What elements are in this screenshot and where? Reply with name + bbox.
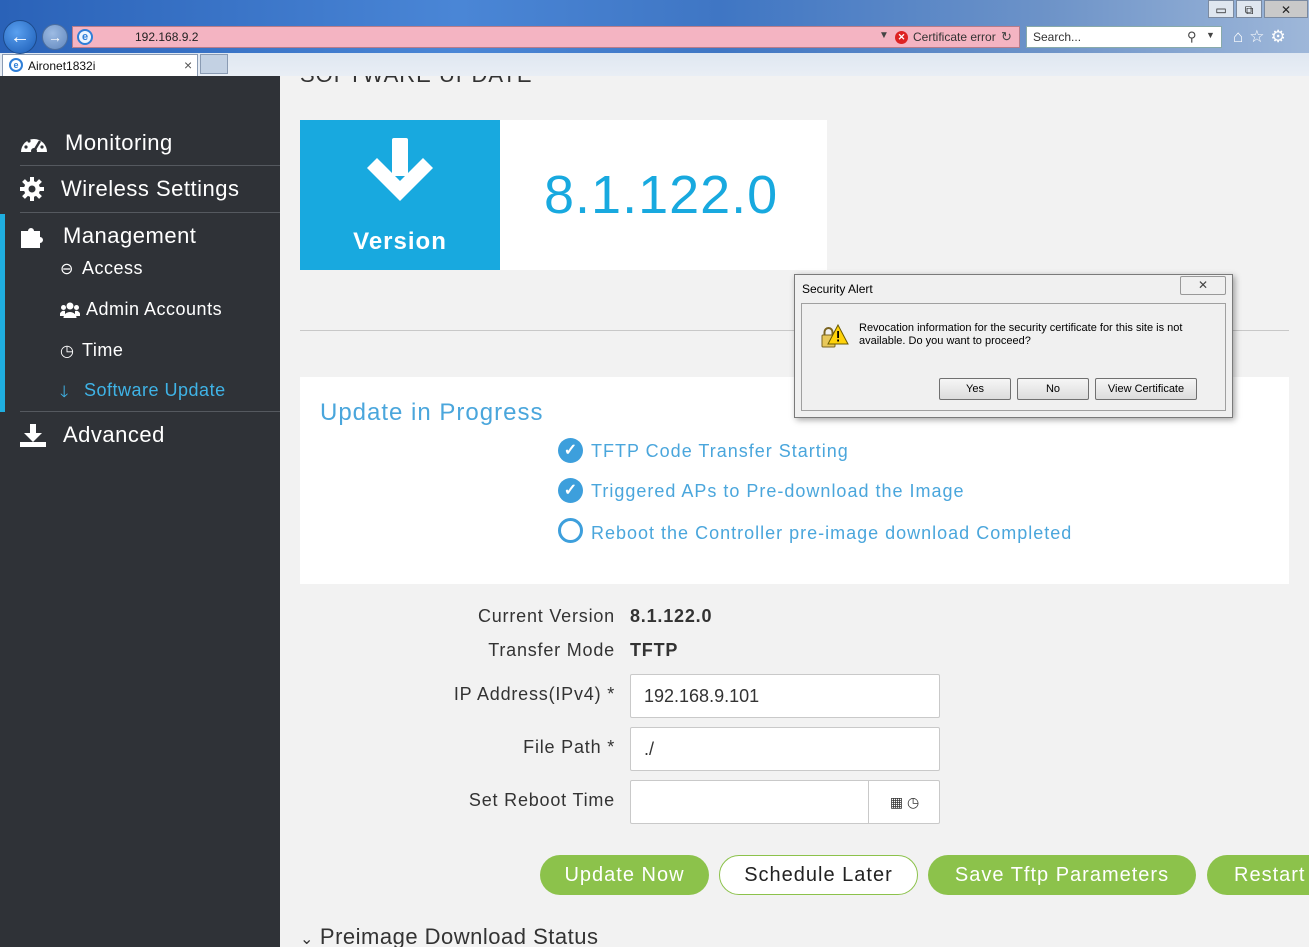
search-icon[interactable]: ⚲ bbox=[1187, 29, 1197, 45]
ie-logo-icon: e bbox=[77, 29, 93, 45]
close-tab-icon[interactable]: × bbox=[184, 57, 192, 73]
sidebar-item-monitoring[interactable]: Monitoring bbox=[0, 120, 280, 166]
sidebar-item-management[interactable]: Management bbox=[0, 213, 280, 259]
dialog-message: Revocation information for the security … bbox=[859, 322, 1183, 347]
sidebar-subitem-label: Access bbox=[82, 258, 144, 278]
current-version-label: Current Version bbox=[477, 606, 615, 626]
address-bar[interactable]: e 192.168.9.2 ▼ ✕ Certificate error ↻ bbox=[72, 26, 1020, 48]
certificate-error-button[interactable]: Certificate error bbox=[913, 30, 996, 44]
gear-icon bbox=[19, 176, 49, 202]
star-icon[interactable]: ☆ bbox=[1249, 27, 1270, 46]
ip-address-label: IP Address(IPv4) * bbox=[453, 684, 615, 704]
view-certificate-button[interactable]: View Certificate bbox=[1095, 378, 1197, 400]
restart-button[interactable]: Restart bbox=[1207, 855, 1309, 895]
progress-title: Update in Progress bbox=[320, 399, 544, 426]
close-window-button[interactable]: ✕ bbox=[1264, 0, 1308, 18]
transfer-mode-value: TFTP bbox=[630, 640, 679, 660]
users-icon bbox=[59, 300, 81, 324]
sidebar-item-label: Wireless Settings bbox=[61, 176, 240, 201]
refresh-icon[interactable]: ↻ bbox=[1001, 29, 1012, 45]
version-label: Version bbox=[353, 228, 447, 255]
download-arrow-icon bbox=[367, 138, 433, 201]
dashboard-icon bbox=[19, 130, 49, 156]
sidebar-subitem-label: Admin Accounts bbox=[86, 299, 223, 319]
forward-button[interactable]: → bbox=[42, 24, 68, 50]
arrow-down-icon: 🡓 bbox=[60, 384, 69, 401]
dialog-close-button[interactable]: ✕ bbox=[1180, 276, 1226, 295]
datetime-picker-button[interactable]: ▦ ◷ bbox=[868, 781, 940, 823]
tab-title: Aironet1832i bbox=[28, 59, 96, 73]
tab-aironet[interactable]: e Aironet1832i × bbox=[2, 54, 198, 76]
file-path-value: ./ bbox=[644, 739, 655, 759]
page-title: SOFTWARE UPDATE bbox=[300, 76, 533, 88]
progress-step-text: Reboot the Controller pre-image download… bbox=[591, 523, 1073, 543]
current-version-value: 8.1.122.0 bbox=[630, 606, 713, 626]
security-alert-dialog: Security Alert ✕ Revocation information … bbox=[794, 274, 1233, 418]
calendar-icon: ▦ bbox=[889, 794, 904, 810]
search-dropdown-icon[interactable]: ▼ bbox=[1206, 30, 1215, 40]
file-path-field[interactable]: ./ bbox=[630, 727, 940, 771]
settings-gear-icon[interactable]: ⚙ bbox=[1271, 27, 1292, 46]
close-icon: ✕ bbox=[1197, 278, 1209, 292]
browser-chrome: ▭ ⧉ ✕ ← → e 192.168.9.2 ▼ ✕ Certificate … bbox=[0, 0, 1309, 76]
no-button[interactable]: No bbox=[1017, 378, 1089, 400]
puzzle-icon bbox=[19, 223, 49, 249]
reboot-time-field[interactable]: ▦ ◷ bbox=[630, 780, 940, 824]
file-path-label: File Path * bbox=[523, 737, 615, 757]
back-button[interactable]: ← bbox=[3, 20, 37, 54]
ie-tab-icon: e bbox=[9, 58, 23, 72]
search-input[interactable]: Search... ⚲ ▼ bbox=[1026, 26, 1222, 48]
restore-button[interactable]: ⧉ bbox=[1236, 0, 1262, 18]
warning-lock-icon bbox=[821, 323, 849, 348]
address-dropdown-icon[interactable]: ▼ bbox=[879, 30, 889, 41]
url-text: 192.168.9.2 bbox=[135, 30, 199, 44]
home-icon[interactable]: ⌂ bbox=[1233, 27, 1249, 46]
reboot-time-label: Set Reboot Time bbox=[468, 790, 615, 810]
clock-icon: ◷ bbox=[906, 794, 920, 810]
check-circle-icon: ✓ bbox=[558, 438, 583, 463]
transfer-mode-label: Transfer Mode bbox=[488, 640, 615, 660]
tab-bar: e Aironet1832i × bbox=[0, 52, 1309, 76]
arrow-left-icon: ← bbox=[10, 25, 30, 48]
sidebar-subitem-label: Software Update bbox=[84, 380, 226, 400]
sidebar-subitem-label: Time bbox=[82, 340, 124, 360]
dialog-body: Revocation information for the security … bbox=[801, 303, 1226, 411]
ip-address-field[interactable]: 192.168.9.101 bbox=[630, 674, 940, 718]
progress-step-text: TFTP Code Transfer Starting bbox=[591, 441, 849, 461]
sidebar: Monitoring Wireless Settings Management … bbox=[0, 76, 280, 947]
update-now-button[interactable]: Update Now bbox=[540, 855, 709, 895]
version-card: Version 8.1.122.0 bbox=[300, 120, 827, 270]
new-tab-button[interactable] bbox=[200, 54, 228, 74]
minus-circle-icon: ⊖ bbox=[60, 261, 74, 278]
version-number: 8.1.122.0 bbox=[544, 165, 779, 225]
sidebar-item-wireless-settings[interactable]: Wireless Settings bbox=[0, 166, 280, 212]
version-badge: Version bbox=[300, 120, 500, 270]
error-icon: ✕ bbox=[895, 31, 908, 44]
search-placeholder: Search... bbox=[1033, 30, 1082, 44]
empty-circle-icon bbox=[558, 518, 583, 543]
sidebar-item-label: Advanced bbox=[63, 422, 165, 447]
download-tray-icon bbox=[19, 422, 49, 448]
minimize-button[interactable]: ▭ bbox=[1208, 0, 1234, 18]
ip-address-value: 192.168.9.101 bbox=[644, 686, 760, 706]
preimage-download-section[interactable]: ⌄ Preimage Download Status bbox=[300, 924, 599, 947]
chevron-down-icon: ⌄ bbox=[300, 931, 314, 947]
clock-icon: ◷ bbox=[60, 343, 74, 360]
main-content: SOFTWARE UPDATE Version 8.1.122.0 Update… bbox=[280, 76, 1309, 947]
yes-button[interactable]: Yes bbox=[939, 378, 1011, 400]
sidebar-item-label: Management bbox=[63, 223, 197, 248]
sidebar-item-label: Monitoring bbox=[65, 130, 173, 155]
browser-toolbar-icons: ⌂☆⚙ bbox=[1233, 27, 1292, 47]
arrow-right-icon: → bbox=[48, 29, 62, 45]
save-tftp-parameters-button[interactable]: Save Tftp Parameters bbox=[928, 855, 1196, 895]
check-circle-icon: ✓ bbox=[558, 478, 583, 503]
progress-step-text: Triggered APs to Pre-download the Image bbox=[591, 481, 965, 501]
preimage-title: Preimage Download Status bbox=[319, 924, 599, 947]
schedule-later-button[interactable]: Schedule Later bbox=[719, 855, 918, 895]
dialog-title: Security Alert bbox=[802, 282, 873, 296]
sidebar-item-advanced[interactable]: Advanced bbox=[0, 412, 280, 458]
